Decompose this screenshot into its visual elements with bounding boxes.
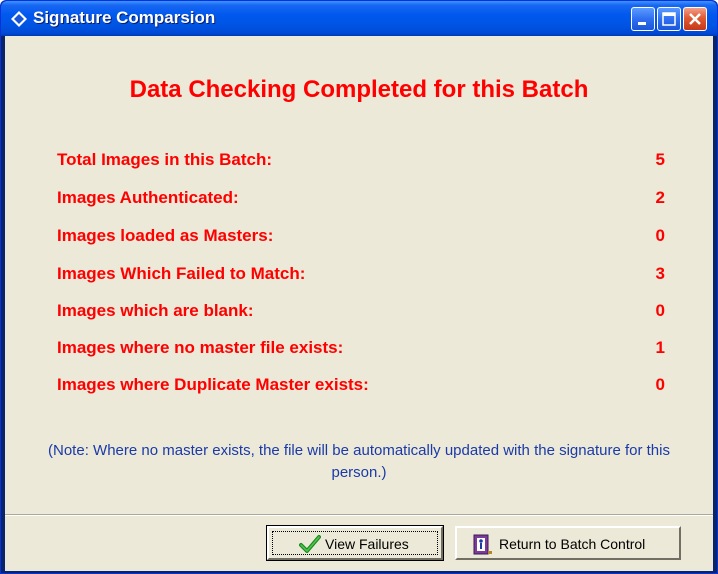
close-button[interactable] xyxy=(683,7,707,31)
auto-update-note: (Note: Where no master exists, the file … xyxy=(48,442,670,481)
maximize-button[interactable] xyxy=(657,7,681,31)
signature-comparison-window: Signature Comparsion Data Checking Compl… xyxy=(0,0,718,574)
door-exit-icon xyxy=(473,534,492,555)
stat-value: 0 xyxy=(655,375,665,394)
stat-label: Total Images in this Batch: xyxy=(57,150,273,169)
stat-row-no-master-file: Images where no master file exists: 1 xyxy=(57,338,665,364)
divider-highlight xyxy=(5,515,713,516)
view-failures-button[interactable]: View Failures xyxy=(266,525,444,561)
return-to-batch-control-label: Return to Batch Control xyxy=(499,536,646,552)
app-diamond-icon xyxy=(11,11,27,27)
stat-label: Images Which Failed to Match: xyxy=(57,264,306,283)
stat-label: Images loaded as Masters: xyxy=(57,226,274,245)
stat-label: Images Authenticated: xyxy=(57,188,239,207)
stat-value: 0 xyxy=(655,301,665,320)
stat-label: Images which are blank: xyxy=(57,301,254,320)
close-icon xyxy=(689,13,701,25)
minimize-icon xyxy=(638,22,646,25)
stat-row-total-images: Total Images in this Batch: 5 xyxy=(57,150,665,176)
stat-row-blank-images: Images which are blank: 0 xyxy=(57,301,665,327)
stat-row-authenticated: Images Authenticated: 2 xyxy=(57,188,665,214)
title-bar[interactable]: Signature Comparsion xyxy=(1,1,717,36)
stat-label: Images where Duplicate Master exists: xyxy=(57,375,369,394)
stat-value: 2 xyxy=(655,188,665,207)
stat-value: 0 xyxy=(655,226,665,245)
view-failures-label: View Failures xyxy=(325,536,409,552)
stat-row-duplicate-master: Images where Duplicate Master exists: 0 xyxy=(57,375,665,401)
stat-row-failed-to-match: Images Which Failed to Match: 3 xyxy=(57,264,665,290)
window-title: Signature Comparsion xyxy=(33,8,216,27)
completion-heading: Data Checking Completed for this Batch xyxy=(129,76,589,103)
maximize-icon xyxy=(662,12,676,26)
return-to-batch-control-button[interactable]: Return to Batch Control xyxy=(455,526,681,560)
dialog-body: Data Checking Completed for this Batch T… xyxy=(5,36,713,571)
stat-value: 1 xyxy=(655,338,665,357)
stat-label: Images where no master file exists: xyxy=(57,338,344,357)
checkmark-icon xyxy=(299,535,321,553)
stat-row-loaded-as-masters: Images loaded as Masters: 0 xyxy=(57,226,665,252)
stat-value: 3 xyxy=(655,264,665,283)
minimize-button[interactable] xyxy=(631,7,655,31)
stat-value: 5 xyxy=(655,150,665,169)
